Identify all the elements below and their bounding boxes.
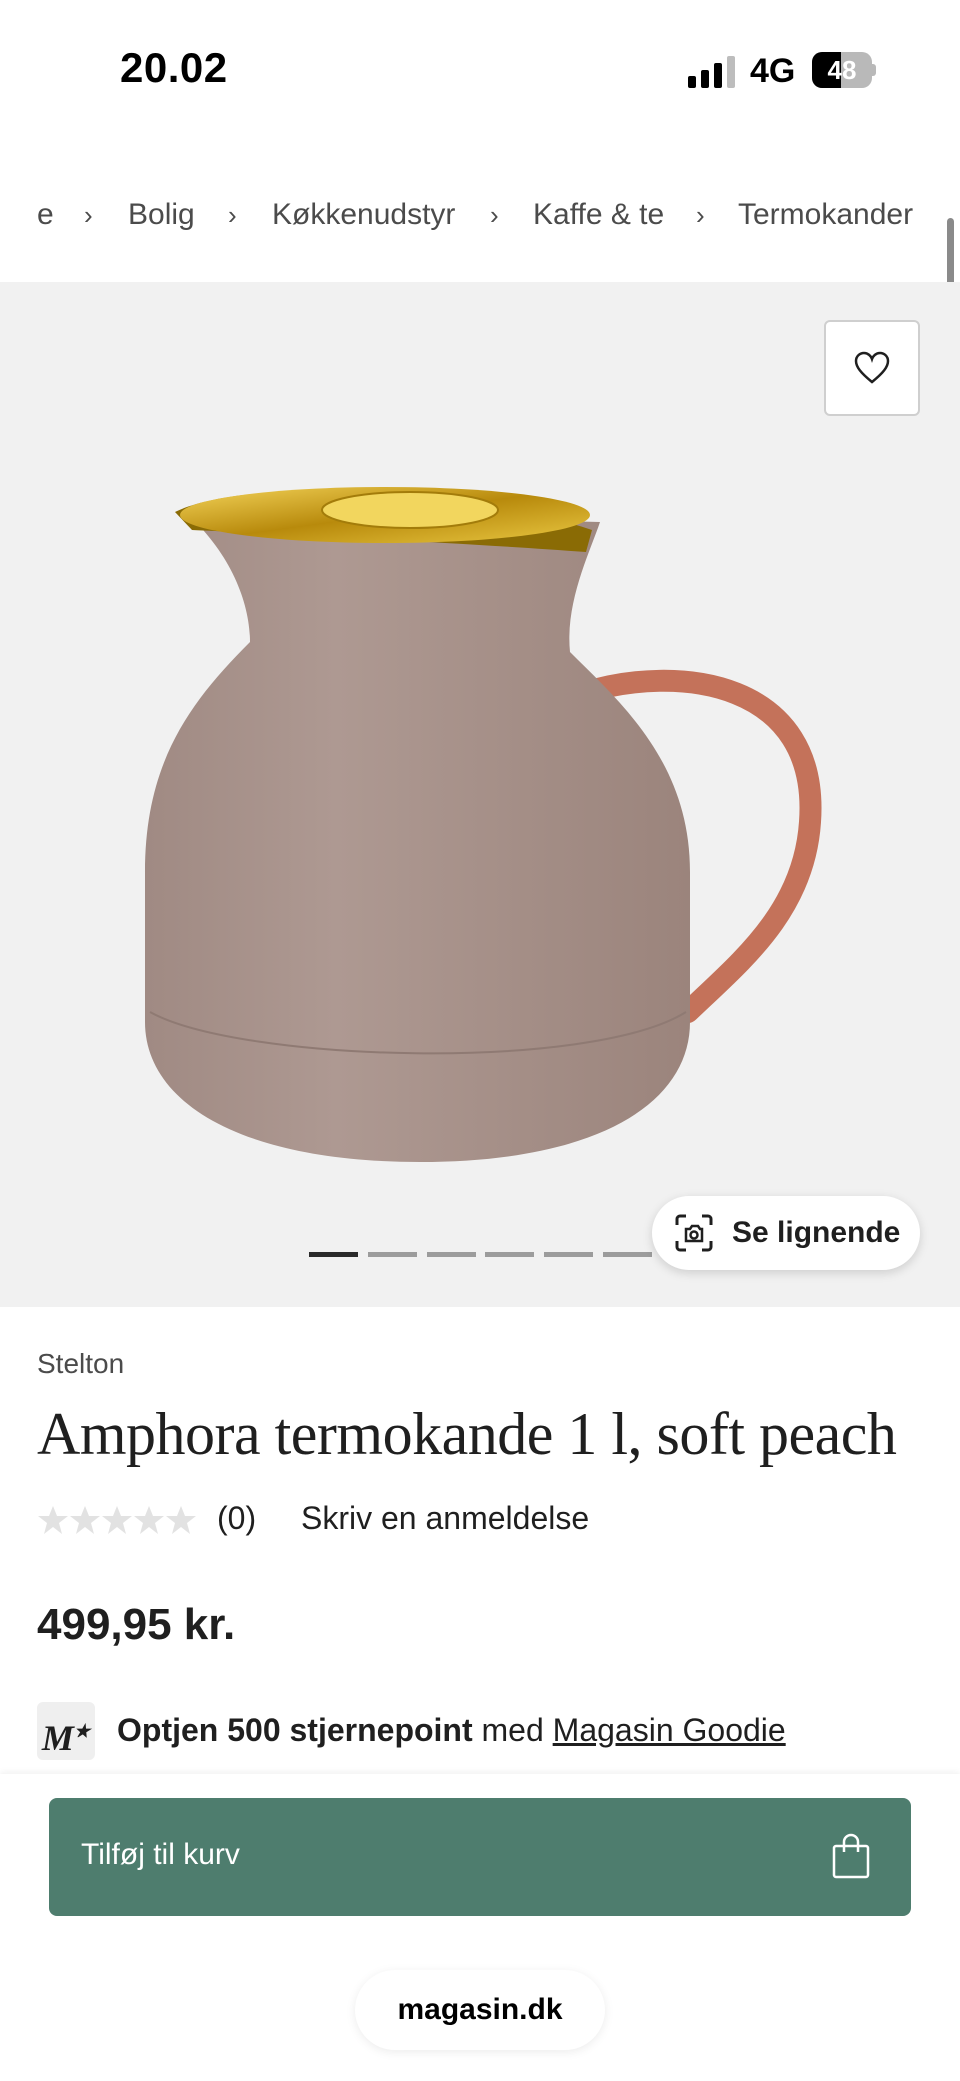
rating-count: (0): [217, 1500, 257, 1536]
gallery-dot[interactable]: [368, 1252, 417, 1257]
breadcrumb: e › Bolig › Køkkenudstyr › Kaffe & te › …: [0, 190, 960, 250]
status-bar: 20.02 4G 48: [0, 0, 960, 140]
signal-icon: [688, 56, 735, 88]
rating-stars-icon: [38, 1506, 196, 1534]
rating-row: (0) Skriv en anmeldelse: [37, 1500, 937, 1544]
magasin-logo-icon: M★: [37, 1702, 95, 1760]
bottom-bar: Tilføj til kurv magasin.dk: [0, 1774, 960, 2081]
breadcrumb-item[interactable]: e: [37, 198, 54, 232]
shopping-bag-icon: [832, 1833, 870, 1879]
battery-icon: 48: [812, 52, 876, 88]
product-page: 20.02 4G 48 e › Bolig › Køkkenudstyr › K…: [0, 0, 960, 2081]
gallery-dot[interactable]: [309, 1252, 358, 1257]
loyalty-row: M★ Optjen 500 stjernepoint med Magasin G…: [37, 1702, 937, 1762]
see-similar-button[interactable]: Se lignende: [652, 1196, 920, 1270]
browser-url-bar[interactable]: magasin.dk: [355, 1970, 605, 2050]
product-image[interactable]: [120, 402, 840, 1162]
battery-percent: 48: [827, 55, 857, 85]
gallery-pagination: [309, 1252, 669, 1258]
product-title: Amphora termokande 1 l, soft peach: [37, 1401, 897, 1467]
product-gallery[interactable]: Se lignende: [0, 282, 960, 1307]
breadcrumb-item-kokkenudstyr[interactable]: Køkkenudstyr: [272, 198, 455, 232]
magasin-goodie-link[interactable]: Magasin Goodie: [553, 1712, 786, 1748]
product-price: 499,95 kr.: [37, 1600, 236, 1649]
visual-search-icon: [675, 1214, 713, 1252]
add-to-cart-button[interactable]: Tilføj til kurv: [49, 1798, 911, 1916]
see-similar-label: Se lignende: [732, 1216, 901, 1249]
add-to-cart-label: Tilføj til kurv: [81, 1838, 240, 1871]
breadcrumb-item-kaffe-te[interactable]: Kaffe & te: [533, 198, 664, 232]
loyalty-mid: med: [481, 1712, 544, 1748]
gallery-dot[interactable]: [603, 1252, 652, 1257]
gallery-dot[interactable]: [427, 1252, 476, 1257]
network-label: 4G: [750, 52, 796, 90]
gallery-dot[interactable]: [485, 1252, 534, 1257]
chevron-right-icon: ›: [696, 200, 705, 230]
chevron-right-icon: ›: [84, 200, 93, 230]
gallery-dot[interactable]: [544, 1252, 593, 1257]
heart-icon: [854, 351, 890, 384]
breadcrumb-item-termokander[interactable]: Termokander: [738, 198, 913, 232]
breadcrumb-item-bolig[interactable]: Bolig: [128, 198, 195, 232]
write-review-link[interactable]: Skriv en anmeldelse: [301, 1500, 589, 1537]
favorite-button[interactable]: [824, 320, 920, 416]
product-brand[interactable]: Stelton: [37, 1348, 124, 1380]
loyalty-text: Optjen 500 stjernepoint med Magasin Good…: [117, 1712, 786, 1749]
chevron-right-icon: ›: [228, 200, 237, 230]
status-time: 20.02: [120, 44, 228, 91]
loyalty-points: Optjen 500 stjernepoint: [117, 1712, 473, 1748]
chevron-right-icon: ›: [490, 200, 499, 230]
